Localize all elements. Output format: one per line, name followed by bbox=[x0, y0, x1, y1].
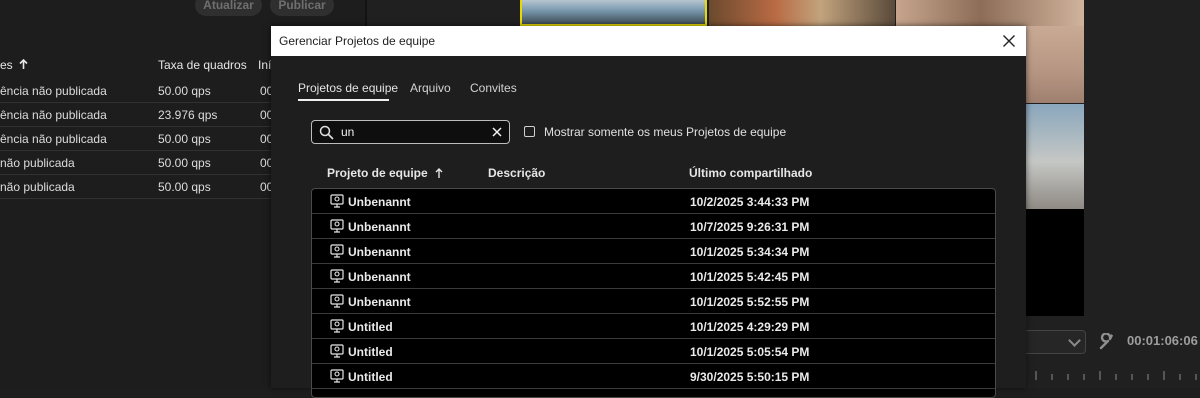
sequence-frame-rate: 23.976 qps bbox=[158, 108, 218, 122]
table-row[interactable]: Untitled 10/1/2025 5:05:54 PM bbox=[312, 339, 995, 364]
team-project-icon bbox=[330, 219, 344, 233]
search-input[interactable] bbox=[341, 124, 481, 140]
project-last-shared: 10/7/2025 9:26:31 PM bbox=[690, 220, 810, 234]
project-name: Unbenannt bbox=[348, 295, 411, 309]
sort-arrow-icon bbox=[435, 168, 443, 178]
team-project-icon bbox=[330, 269, 344, 283]
timeline-ruler[interactable] bbox=[1032, 368, 1200, 380]
clear-icon[interactable] bbox=[491, 126, 503, 138]
manage-team-projects-dialog: Gerenciar Projetos de equipe Projetos de… bbox=[271, 26, 1026, 398]
dialog-titlebar[interactable]: Gerenciar Projetos de equipe bbox=[271, 26, 1026, 56]
clip-thumbnail-selected[interactable] bbox=[520, 0, 707, 26]
column-header-name-label: es bbox=[0, 58, 13, 72]
project-name: Unbenannt bbox=[348, 195, 411, 209]
team-project-icon bbox=[330, 244, 344, 258]
table-row[interactable]: Untitled 9/30/2025 5:50:15 PM bbox=[312, 364, 995, 389]
sequence-frame-rate: 50.00 qps bbox=[158, 180, 211, 194]
search-field[interactable] bbox=[311, 120, 510, 144]
table-row[interactable]: Unbenannt 10/2/2025 3:44:33 PM bbox=[312, 189, 995, 214]
sequence-name: ência não publicada bbox=[0, 108, 107, 122]
project-name: Untitled bbox=[348, 370, 393, 384]
tab-team-projects[interactable]: Projetos de equipe bbox=[298, 81, 398, 95]
column-header-name[interactable]: es bbox=[0, 58, 28, 72]
table-row[interactable]: Unbenannt 10/1/2025 5:34:34 PM bbox=[312, 239, 995, 264]
dialog-title: Gerenciar Projetos de equipe bbox=[279, 34, 436, 48]
column-header-project-label: Projeto de equipe bbox=[327, 166, 428, 180]
team-project-icon bbox=[330, 344, 344, 358]
wrench-icon[interactable] bbox=[1098, 333, 1116, 351]
tab-invites[interactable]: Convites bbox=[470, 81, 517, 95]
chevron-down-icon bbox=[1068, 334, 1081, 347]
zoom-select[interactable] bbox=[1022, 330, 1086, 354]
video-preview bbox=[1026, 104, 1084, 209]
sequence-name: não publicada bbox=[0, 180, 75, 194]
team-project-icon bbox=[330, 369, 344, 383]
project-name: Untitled bbox=[348, 345, 393, 359]
column-header-start[interactable]: Iní bbox=[258, 58, 271, 72]
table-row[interactable]: Unbenannt 10/1/2025 5:52:55 PM bbox=[312, 289, 995, 314]
project-last-shared: 10/1/2025 4:29:29 PM bbox=[690, 320, 810, 334]
team-projects-table: Unbenannt 10/2/2025 3:44:33 PM Unbenannt… bbox=[311, 188, 996, 398]
refresh-button[interactable]: Atualizar bbox=[195, 0, 262, 16]
clip-thumbnail[interactable] bbox=[896, 0, 1084, 26]
sequence-frame-rate: 50.00 qps bbox=[158, 84, 211, 98]
clip-thumbnail[interactable] bbox=[709, 0, 895, 26]
my-projects-only-checkbox[interactable] bbox=[524, 126, 535, 137]
column-header-frame-rate[interactable]: Taxa de quadros bbox=[158, 58, 247, 72]
column-header-project[interactable]: Projeto de equipe bbox=[327, 166, 443, 180]
project-name: Unbenannt bbox=[348, 220, 411, 234]
project-name: Untitled bbox=[348, 320, 393, 334]
sequence-name: ência não publicada bbox=[0, 84, 107, 98]
video-preview-letterbox bbox=[1026, 209, 1084, 316]
sequence-name: não publicada bbox=[0, 156, 75, 170]
tab-archive[interactable]: Arquivo bbox=[410, 81, 451, 95]
column-header-last-shared[interactable]: Último compartilhado bbox=[689, 166, 812, 180]
project-last-shared: 10/1/2025 5:05:54 PM bbox=[690, 345, 810, 359]
publish-button[interactable]: Publicar bbox=[270, 0, 334, 16]
project-name: Unbenannt bbox=[348, 245, 411, 259]
project-last-shared: 10/1/2025 5:42:45 PM bbox=[690, 270, 810, 284]
close-icon[interactable] bbox=[1002, 34, 1016, 48]
video-preview bbox=[1026, 26, 1084, 103]
sort-arrow-icon bbox=[19, 58, 28, 69]
project-last-shared: 9/30/2025 5:50:15 PM bbox=[690, 370, 810, 384]
table-row[interactable]: Unbenannt 10/7/2025 9:26:31 PM bbox=[312, 214, 995, 239]
project-name: Unbenannt bbox=[348, 270, 411, 284]
team-project-icon bbox=[330, 194, 344, 208]
table-row[interactable]: Unbenannt 10/1/2025 5:42:45 PM bbox=[312, 264, 995, 289]
project-last-shared: 10/2/2025 3:44:33 PM bbox=[690, 195, 810, 209]
active-tab-indicator bbox=[298, 99, 389, 101]
sequence-frame-rate: 50.00 qps bbox=[158, 156, 211, 170]
project-last-shared: 10/1/2025 5:34:34 PM bbox=[690, 245, 810, 259]
team-project-icon bbox=[330, 319, 344, 333]
search-icon bbox=[319, 125, 334, 140]
sequence-frame-rate: 50.00 qps bbox=[158, 132, 211, 146]
my-projects-only-label[interactable]: Mostrar somente os meus Projetos de equi… bbox=[544, 125, 786, 139]
playhead-timecode[interactable]: 00:01:06:06 bbox=[1127, 333, 1198, 348]
project-last-shared: 10/1/2025 5:52:55 PM bbox=[690, 295, 810, 309]
sequence-name: ência não publicada bbox=[0, 132, 107, 146]
column-header-description[interactable]: Descrição bbox=[488, 166, 545, 180]
team-project-icon bbox=[330, 294, 344, 308]
table-row[interactable]: Untitled 10/1/2025 4:29:29 PM bbox=[312, 314, 995, 339]
